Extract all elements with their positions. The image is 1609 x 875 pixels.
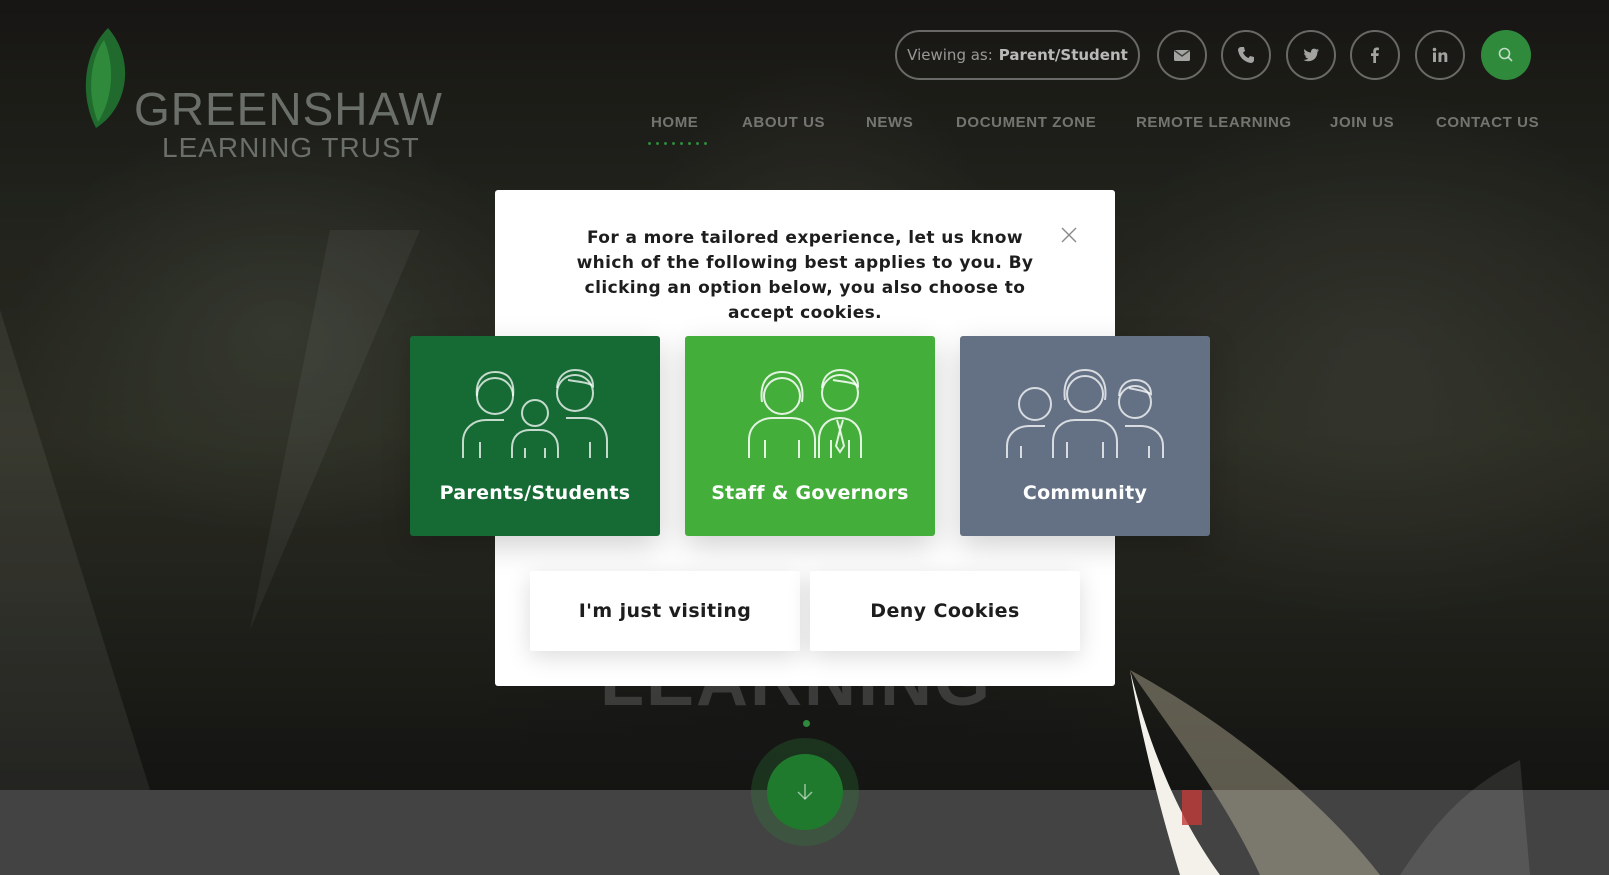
twitter-button[interactable] — [1286, 30, 1336, 80]
nav-item-about-us[interactable]: ABOUT US — [742, 114, 825, 131]
hero-decorative-swoosh — [1130, 670, 1530, 875]
choice-community[interactable]: Community — [960, 336, 1210, 536]
choice-label: Parents/Students — [439, 482, 631, 504]
viewing-as-value: Parent/Student — [998, 46, 1128, 64]
nav-item-contact-us[interactable]: CONTACT US — [1436, 114, 1539, 131]
viewing-as-label: Viewing as: — [907, 46, 993, 64]
staff-icon — [748, 368, 862, 458]
search-icon — [1498, 47, 1513, 62]
email-button[interactable] — [1157, 30, 1207, 80]
linkedin-icon — [1432, 47, 1448, 62]
nav-item-home[interactable]: HOME — [651, 114, 698, 131]
close-icon[interactable] — [1060, 226, 1078, 244]
group-icon — [1006, 368, 1164, 458]
viewing-as-switcher[interactable]: Viewing as: Parent/Student — [895, 30, 1140, 80]
just-visiting-button[interactable]: I'm just visiting — [530, 571, 800, 651]
phone-button[interactable] — [1221, 30, 1271, 80]
choice-label: Community — [1022, 482, 1148, 504]
search-button[interactable] — [1481, 30, 1531, 80]
choice-label: Staff & Governors — [711, 482, 909, 504]
nav-item-document-zone[interactable]: DOCUMENT ZONE — [956, 114, 1096, 131]
arrow-down-icon — [797, 784, 813, 801]
choice-parents-students[interactable]: Parents/Students — [410, 336, 660, 536]
choice-staff-governors[interactable]: Staff & Governors — [685, 336, 935, 536]
linkedin-button[interactable] — [1415, 30, 1465, 80]
nav-item-remote-learning[interactable]: REMOTE LEARNING — [1136, 114, 1292, 131]
twitter-icon — [1303, 48, 1319, 62]
hero-decorative-shape — [0, 230, 420, 790]
scroll-down-button[interactable] — [767, 754, 843, 830]
email-icon — [1174, 49, 1190, 61]
main-navigation: HOME ABOUT US NEWS DOCUMENT ZONE REMOTE … — [0, 114, 1609, 150]
facebook-button[interactable] — [1350, 30, 1400, 80]
scroll-progress-dot — [803, 720, 810, 727]
facebook-icon — [1371, 47, 1379, 63]
family-icon — [462, 368, 608, 458]
modal-message: For a more tailored experience, let us k… — [576, 228, 1034, 323]
deny-cookies-button[interactable]: Deny Cookies — [810, 571, 1080, 651]
nav-item-join-us[interactable]: JOIN US — [1330, 114, 1394, 131]
nav-item-news[interactable]: NEWS — [866, 114, 913, 131]
nav-active-indicator — [648, 142, 707, 145]
phone-icon — [1238, 47, 1254, 63]
